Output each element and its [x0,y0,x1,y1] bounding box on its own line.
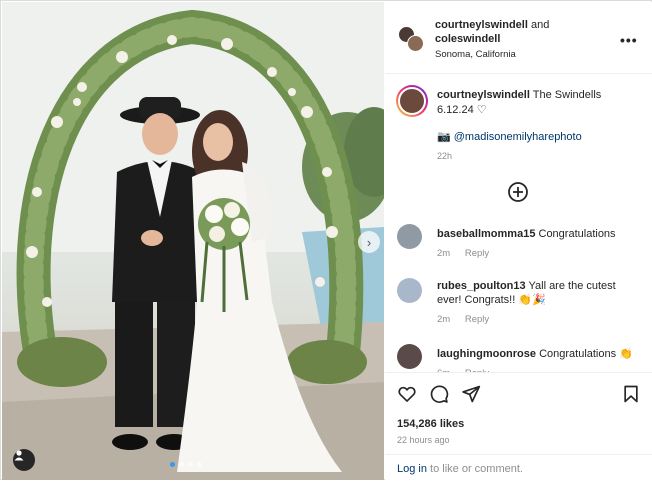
caption-avatar[interactable] [396,85,428,117]
location-link[interactable]: Sonoma, California [435,49,516,60]
header-usernames: courtneylswindell and coleswindell [435,18,605,46]
caption-credit: 📷 @madisonemilyharephoto [437,130,642,143]
carousel-dot [197,462,202,467]
carousel-dot [170,462,175,467]
comment-body: Congratulations 👏 [539,348,633,360]
post-header: courtneylswindell and coleswindell Sonom… [385,2,652,74]
header-user1[interactable]: courtneylswindell [435,19,528,31]
likes-count[interactable]: 154,286 likes [397,418,464,430]
carousel-dot [179,462,184,467]
comment-time: 2m [437,248,451,259]
more-icon[interactable]: ••• [620,32,638,48]
credit-mention-link[interactable]: @madisonemilyharephoto [454,131,582,143]
comment-body: Congratulations [538,228,616,240]
login-prompt-text: to like or comment. [430,463,523,475]
action-bar: 154,286 likes 22 hours ago Log in to lik… [385,372,652,482]
carousel-dots [170,462,202,467]
avatar[interactable] [397,344,422,369]
avatar[interactable] [397,224,422,249]
wedding-photo-illustration [2,2,384,480]
heart-icon[interactable] [397,384,417,404]
caption-body: The Swindells [532,89,602,101]
comment-username[interactable]: rubes_poulton13 [437,280,526,292]
reply-button[interactable]: Reply [465,314,489,325]
comment-text: laughingmoonrose Congratulations 👏 [437,347,642,361]
caption-username[interactable]: courtneylswindell [437,89,530,101]
login-prompt: Log in to like or comment. [385,454,652,482]
carousel-next-button[interactable]: › [358,231,380,253]
post-timestamp: 22 hours ago [397,435,450,445]
header-user2[interactable]: coleswindell [435,33,500,45]
post-photo[interactable]: › [2,2,384,480]
caption-time: 22h [437,151,453,161]
instagram-post: › courtneylswindell and coleswindell Son… [0,0,652,482]
user-tag-icon [14,450,24,461]
share-icon[interactable] [461,384,481,404]
camera-icon: 📷 [437,131,451,143]
comment-meta: 2m Reply [437,248,501,259]
comment-meta: 2m Reply [437,314,501,325]
load-more-icon[interactable] [506,180,530,204]
comment-username[interactable]: baseballmomma15 [437,228,535,240]
chevron-right-icon: › [366,234,372,250]
caption-date: 6.12.24 ♡ [437,104,487,116]
caption-text: courtneylswindell The Swindells 6.12.24 … [437,88,642,118]
collab-avatars[interactable] [398,26,424,52]
avatar [407,35,424,52]
comment-time: 2m [437,314,451,325]
comment-text: rubes_poulton13 Yall are the cutest ever… [437,279,642,307]
header-and-text: and [530,19,550,31]
tagged-users-button[interactable] [13,449,35,471]
comment-username[interactable]: laughingmoonrose [437,348,536,360]
avatar[interactable] [397,278,422,303]
comment-icon[interactable] [429,384,449,404]
carousel-dot [188,462,193,467]
bookmark-icon[interactable] [621,384,641,404]
reply-button[interactable]: Reply [465,248,489,259]
comment-text: baseballmomma15 Congratulations [437,227,642,241]
post-side-panel: courtneylswindell and coleswindell Sonom… [385,2,652,482]
login-link[interactable]: Log in [397,463,427,475]
